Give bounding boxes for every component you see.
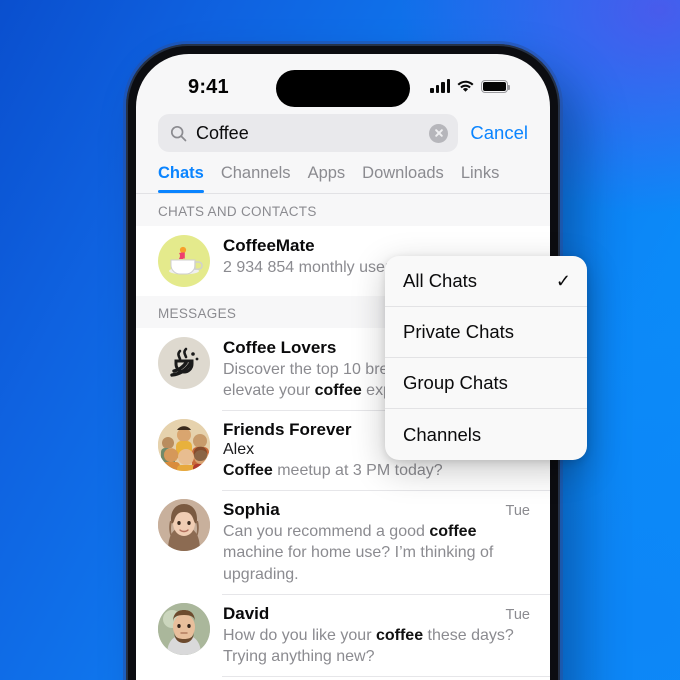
list-item-time: Tue — [505, 606, 530, 623]
tab-chats[interactable]: Chats — [156, 164, 221, 193]
list-item-preview: Can you recommend a good coffee machine … — [223, 521, 530, 584]
list-item-title: David — [223, 603, 270, 623]
list-item-title: Sophia — [223, 500, 280, 520]
menu-item-group-chats[interactable]: Group Chats — [385, 358, 587, 409]
search-icon — [170, 125, 187, 141]
menu-item-channels[interactable]: Channels — [385, 409, 587, 460]
search-scope-tabs: Chats Channels Apps Downloads Links — [136, 152, 550, 193]
preview-match: coffee — [429, 523, 477, 541]
friends-group-avatar — [158, 419, 210, 472]
status-bar: 9:41 — [136, 54, 550, 108]
search-bar: Coffee Cancel — [136, 108, 550, 152]
preview-line-2-pre: elevate your — [223, 382, 315, 400]
menu-item-label: Channels — [403, 423, 482, 445]
list-item-title: Friends Forever — [223, 420, 352, 440]
tab-channels[interactable]: Channels — [221, 164, 308, 193]
preview-match: Coffee — [223, 462, 273, 480]
status-bar-clock: 9:41 — [188, 76, 229, 98]
coffee-logo-avatar — [158, 337, 210, 389]
preview-match: coffee — [314, 382, 362, 400]
preview-line-1: Discover the top 10 bre — [223, 361, 389, 378]
preview-pre: How do you like your — [223, 626, 376, 644]
preview-post: meetup at 3 PM today? — [272, 462, 443, 480]
preview-pre: Can you recommend a good — [223, 523, 430, 541]
search-input-value: Coffee — [196, 122, 249, 143]
wifi-icon — [457, 80, 474, 92]
list-item-title: CoffeeMate — [223, 236, 315, 255]
david-avatar — [158, 602, 210, 655]
list-item-preview: How do you like your coffee these days? … — [223, 625, 530, 667]
menu-item-label: Private Chats — [403, 321, 515, 342]
preview-post: machine for home use? I’m thinking of up… — [223, 544, 494, 583]
battery-icon — [481, 80, 511, 93]
menu-item-label: All Chats — [403, 270, 478, 291]
search-input[interactable]: Coffee — [158, 114, 459, 152]
dynamic-island — [276, 70, 410, 107]
sophia-avatar — [158, 499, 210, 552]
wallpaper-background: 9:41 Coffee Cancel Chats Channels Apps D… — [0, 0, 680, 680]
menu-item-label: Group Chats — [403, 372, 508, 393]
preview-match: coffee — [375, 626, 424, 644]
menu-item-all-chats[interactable]: All Chats ✓ — [385, 256, 587, 307]
coffee-cup-avatar — [158, 235, 210, 287]
list-item-preview: Coffee meetup at 3 PM today? — [223, 460, 530, 481]
cancel-button[interactable]: Cancel — [470, 122, 528, 144]
checkmark-icon: ✓ — [555, 270, 571, 291]
list-item[interactable]: Sophia Tue Can you recommend a good coff… — [136, 490, 550, 593]
section-header-chats-and-contacts: CHATS AND CONTACTS — [136, 194, 550, 226]
menu-item-private-chats[interactable]: Private Chats — [385, 307, 587, 358]
list-item-time: Tue — [505, 503, 530, 520]
status-bar-indicators — [430, 79, 511, 93]
tab-apps[interactable]: Apps — [308, 164, 363, 193]
list-item[interactable]: Hiking Group — [136, 675, 550, 680]
list-item[interactable]: David Tue How do you like your coffee th… — [136, 593, 550, 676]
cellular-bars-icon — [430, 79, 450, 93]
list-item-title: Coffee Lovers — [223, 338, 337, 357]
clear-circle-icon[interactable] — [429, 123, 449, 143]
tab-downloads[interactable]: Downloads — [362, 164, 461, 193]
tab-links[interactable]: Links — [461, 164, 517, 193]
chat-filter-dropdown[interactable]: All Chats ✓ Private Chats Group Chats Ch… — [385, 256, 587, 460]
